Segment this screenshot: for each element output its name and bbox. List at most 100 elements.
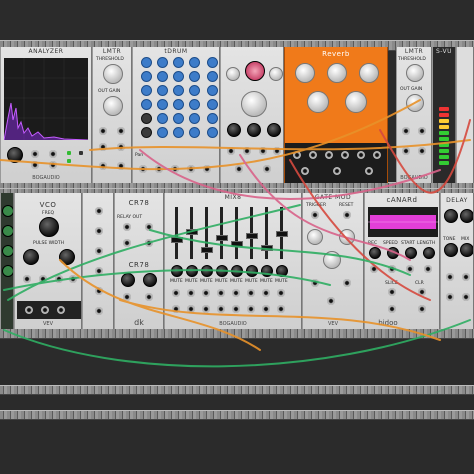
vu-meter-module[interactable]: S-VU [432,47,456,183]
reverb-size-knob[interactable] [295,63,315,83]
pan-knob[interactable] [261,265,273,277]
drum-output-jack[interactable] [203,165,211,173]
canard-jack-5[interactable] [388,288,396,296]
fader-handle[interactable] [216,235,228,241]
vco-module[interactable]: VCO FREQ PULSE WIDTH VEV [14,193,82,329]
analyzer-module[interactable]: ANALYZER BOGAUDIO [0,47,92,183]
reverb-jack-5[interactable] [357,151,365,159]
grid-button[interactable] [189,85,200,96]
grid-button[interactable] [189,71,200,82]
delay-fbk-knob[interactable] [460,209,473,223]
vco-oct-knob[interactable] [59,249,75,265]
grid-button[interactable] [173,57,184,68]
mixer-input-jack[interactable] [217,289,225,297]
util-jack-4[interactable] [95,267,103,275]
cr78-jack-4[interactable] [145,239,153,247]
fader-handle[interactable] [171,237,183,243]
util-jack-3[interactable] [95,247,103,255]
out-gain2-knob[interactable] [406,94,424,112]
cr78-knob-1[interactable] [121,273,135,287]
mixer-cv-jack[interactable] [232,305,240,313]
gate-jack-4[interactable] [343,279,351,287]
left-strip-module[interactable] [0,193,14,329]
reverb-jack-7[interactable] [301,167,309,175]
gate-jack-5[interactable] [327,297,335,305]
reverb-jack-3[interactable] [325,151,333,159]
fader-handle[interactable] [201,247,213,253]
gate-knob-1[interactable] [307,229,323,245]
env-knob-main[interactable] [241,91,267,117]
fader-handle[interactable] [261,245,273,251]
strip-knob-1[interactable] [2,205,13,217]
mixer-cv-jack[interactable] [277,305,285,313]
env-knob-5[interactable] [267,123,281,137]
grid-side-button[interactable] [207,113,218,124]
env-knob-1[interactable] [226,67,240,81]
grid-button[interactable] [141,71,152,82]
gate-jack-1[interactable] [311,211,319,219]
mixer-input-jack[interactable] [277,289,285,297]
threshold-knob[interactable] [103,64,123,84]
delay-jack-3[interactable] [446,293,454,301]
env-knob-3[interactable] [227,123,241,137]
delay-mix-knob[interactable] [460,243,473,257]
grid-button[interactable] [157,85,168,96]
grid-button[interactable] [157,113,168,124]
limiter-jack-4[interactable] [117,143,125,151]
mixer-input-jack[interactable] [202,289,210,297]
grid-button[interactable] [189,113,200,124]
limiter2-jack-3[interactable] [402,147,410,155]
reverb-jack-9[interactable] [365,167,373,175]
cr78-module[interactable]: CR78 RELAY OUT CR78 dk [114,193,164,329]
canard-jack-2[interactable] [388,265,396,273]
limiter2-module[interactable]: LMTR THRESHOLD OUT GAIN BOGAUDIO [396,47,432,183]
limiter2-jack-2[interactable] [418,127,426,135]
env-jack-1[interactable] [227,147,235,155]
util-jack-1[interactable] [95,207,103,215]
utility-module[interactable] [82,193,114,329]
mixer-cv-jack[interactable] [262,305,270,313]
drum-module[interactable]: tDRUM Pan [132,47,220,183]
analyzer-in-jack-1[interactable] [31,150,39,158]
drum-output-jack[interactable] [155,165,163,173]
mixer-input-jack[interactable] [232,289,240,297]
mixer-input-jack[interactable] [187,289,195,297]
grid-button[interactable] [173,99,184,110]
grid-button[interactable] [141,57,152,68]
grid-button[interactable] [189,57,200,68]
pan-knob[interactable] [201,265,213,277]
reverb-jack-4[interactable] [341,151,349,159]
reverb-jack-6[interactable] [373,151,381,159]
delay-module[interactable]: DELAY TONE MIX [440,193,474,329]
grid-button[interactable] [141,99,152,110]
pan-knob[interactable] [186,265,198,277]
reverb-damp-knob[interactable] [359,63,379,83]
canard-jack-1[interactable] [370,265,378,273]
drum-output-jack[interactable] [187,165,195,173]
fader-handle[interactable] [246,233,258,239]
gate-mod-module[interactable]: GATE MOD TRIGGER RESET VEV [302,193,364,329]
gate-knob-2[interactable] [339,229,355,245]
env-jack-5[interactable] [235,165,243,173]
cr78-jack-6[interactable] [145,293,153,301]
grid-button[interactable] [173,71,184,82]
fader-handle[interactable] [186,229,198,235]
analyzer-in-jack-2[interactable] [31,161,39,169]
gate-jack-3[interactable] [311,279,319,287]
vco-out-jack-1[interactable] [25,306,33,314]
env-knob-2[interactable] [269,67,283,81]
reverb-jack-1[interactable] [293,151,301,159]
mixer-cv-jack[interactable] [247,305,255,313]
pan-knob[interactable] [171,265,183,277]
canard-module[interactable]: cANARd REC SPEED START LENGTH SLICE CLR … [364,193,440,329]
mixer-input-jack[interactable] [247,289,255,297]
canard-jack-3[interactable] [406,265,414,273]
canard-knob-4[interactable] [423,247,435,259]
grid-button[interactable] [157,71,168,82]
pan-knob[interactable] [231,265,243,277]
gate-jack-2[interactable] [343,211,351,219]
env-knob-4[interactable] [247,123,261,137]
util-jack-2[interactable] [95,227,103,235]
grid-side-button[interactable] [207,99,218,110]
cr78-jack-1[interactable] [123,223,131,231]
